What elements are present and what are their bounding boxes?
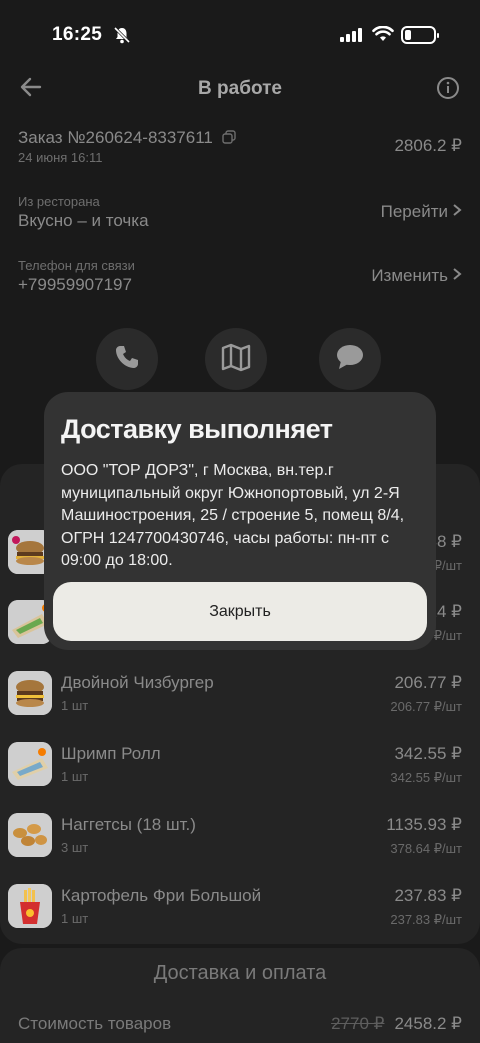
list-item[interactable]: Картофель Фри Большой 1 шт 237.83 ₽ 237.…	[0, 880, 480, 944]
item-unit-price: ₽/шт	[433, 558, 462, 573]
courier-info-dialog: Доставку выполняет ООО "ТОР ДОРЗ", г Мос…	[44, 392, 436, 650]
page-title: В работе	[198, 78, 282, 99]
phone-change-label: Изменить	[371, 266, 448, 285]
restaurant-label: Из ресторана	[18, 194, 100, 209]
item-price: 1135.93 ₽	[386, 815, 462, 834]
item-name: Картофель Фри Большой	[61, 886, 262, 905]
dialog-text: ООО "ТОР ДОРЗ", г Москва, вн.тер.г муниц…	[61, 462, 405, 569]
chat-icon	[335, 343, 365, 376]
map-icon	[220, 342, 252, 377]
phone-value: +79959907197	[18, 275, 132, 294]
item-price: 237.83 ₽	[394, 886, 462, 905]
item-unit-price: 342.55 ₽/шт	[390, 770, 462, 785]
item-unit-price: ₽/шт	[433, 628, 462, 643]
nuggets-thumbnail	[8, 813, 52, 857]
restaurant-go-link[interactable]: Перейти	[381, 202, 462, 222]
cheeseburger-thumbnail	[8, 671, 52, 715]
item-price: 206.77 ₽	[394, 673, 462, 692]
shrimp-roll-thumbnail	[8, 742, 52, 786]
item-price: 342.55 ₽	[394, 744, 462, 763]
restaurant-name: Вкусно – и точка	[18, 211, 149, 230]
restaurant-go-label: Перейти	[380, 202, 448, 221]
item-unit-price: 206.77 ₽/шт	[390, 699, 462, 714]
app-header: В работе	[0, 68, 480, 112]
phone-icon	[112, 342, 142, 377]
list-item[interactable]: Наггетсы (18 шт.) 3 шт 1135.93 ₽ 378.64 …	[0, 809, 480, 873]
item-unit-price: 237.83 ₽/шт	[390, 912, 462, 927]
chat-button[interactable]	[319, 328, 381, 390]
item-name: Наггетсы (18 шт.)	[61, 815, 196, 834]
order-total: 2806.2 ₽	[394, 136, 462, 155]
phone-label: Телефон для связи	[18, 258, 135, 273]
order-date: 24 июня 16:11	[18, 150, 103, 165]
goods-cost: 2770 ₽ 2458.2 ₽	[331, 1014, 462, 1034]
list-item[interactable]: Двойной Чизбургер 1 шт 206.77 ₽ 206.77 ₽…	[0, 667, 480, 731]
copy-icon[interactable]	[221, 129, 236, 149]
order-number: Заказ №260624-8337611	[18, 128, 236, 149]
list-item[interactable]: Шримп Ролл 1 шт 342.55 ₽ 342.55 ₽/шт	[0, 738, 480, 802]
phone-change-link[interactable]: Изменить	[371, 266, 462, 286]
goods-cost-label: Стоимость товаров	[18, 1014, 172, 1033]
item-qty: 1 шт	[61, 769, 89, 784]
item-unit-price: 378.64 ₽/шт	[390, 841, 462, 856]
item-qty: 1 шт	[61, 911, 89, 926]
order-number-text: Заказ №260624-8337611	[18, 128, 213, 147]
goods-old-price: 2770 ₽	[331, 1014, 385, 1033]
chevron-right-icon	[452, 266, 462, 286]
chevron-right-icon	[452, 202, 462, 222]
dialog-title: Доставку выполняет	[61, 414, 333, 444]
call-button[interactable]	[96, 328, 158, 390]
close-button[interactable]: Закрыть	[53, 582, 427, 641]
item-name: Двойной Чизбургер	[61, 673, 214, 692]
map-button[interactable]	[205, 328, 267, 390]
item-qty: 1 шт	[61, 698, 89, 713]
item-qty: 3 шт	[61, 840, 89, 855]
delivery-section-title: Доставка и оплата	[153, 962, 327, 984]
item-name: Шримп Ролл	[61, 744, 161, 763]
fries-thumbnail	[8, 884, 52, 928]
info-icon[interactable]	[436, 76, 460, 105]
goods-new-price: 2458.2 ₽	[394, 1014, 462, 1033]
